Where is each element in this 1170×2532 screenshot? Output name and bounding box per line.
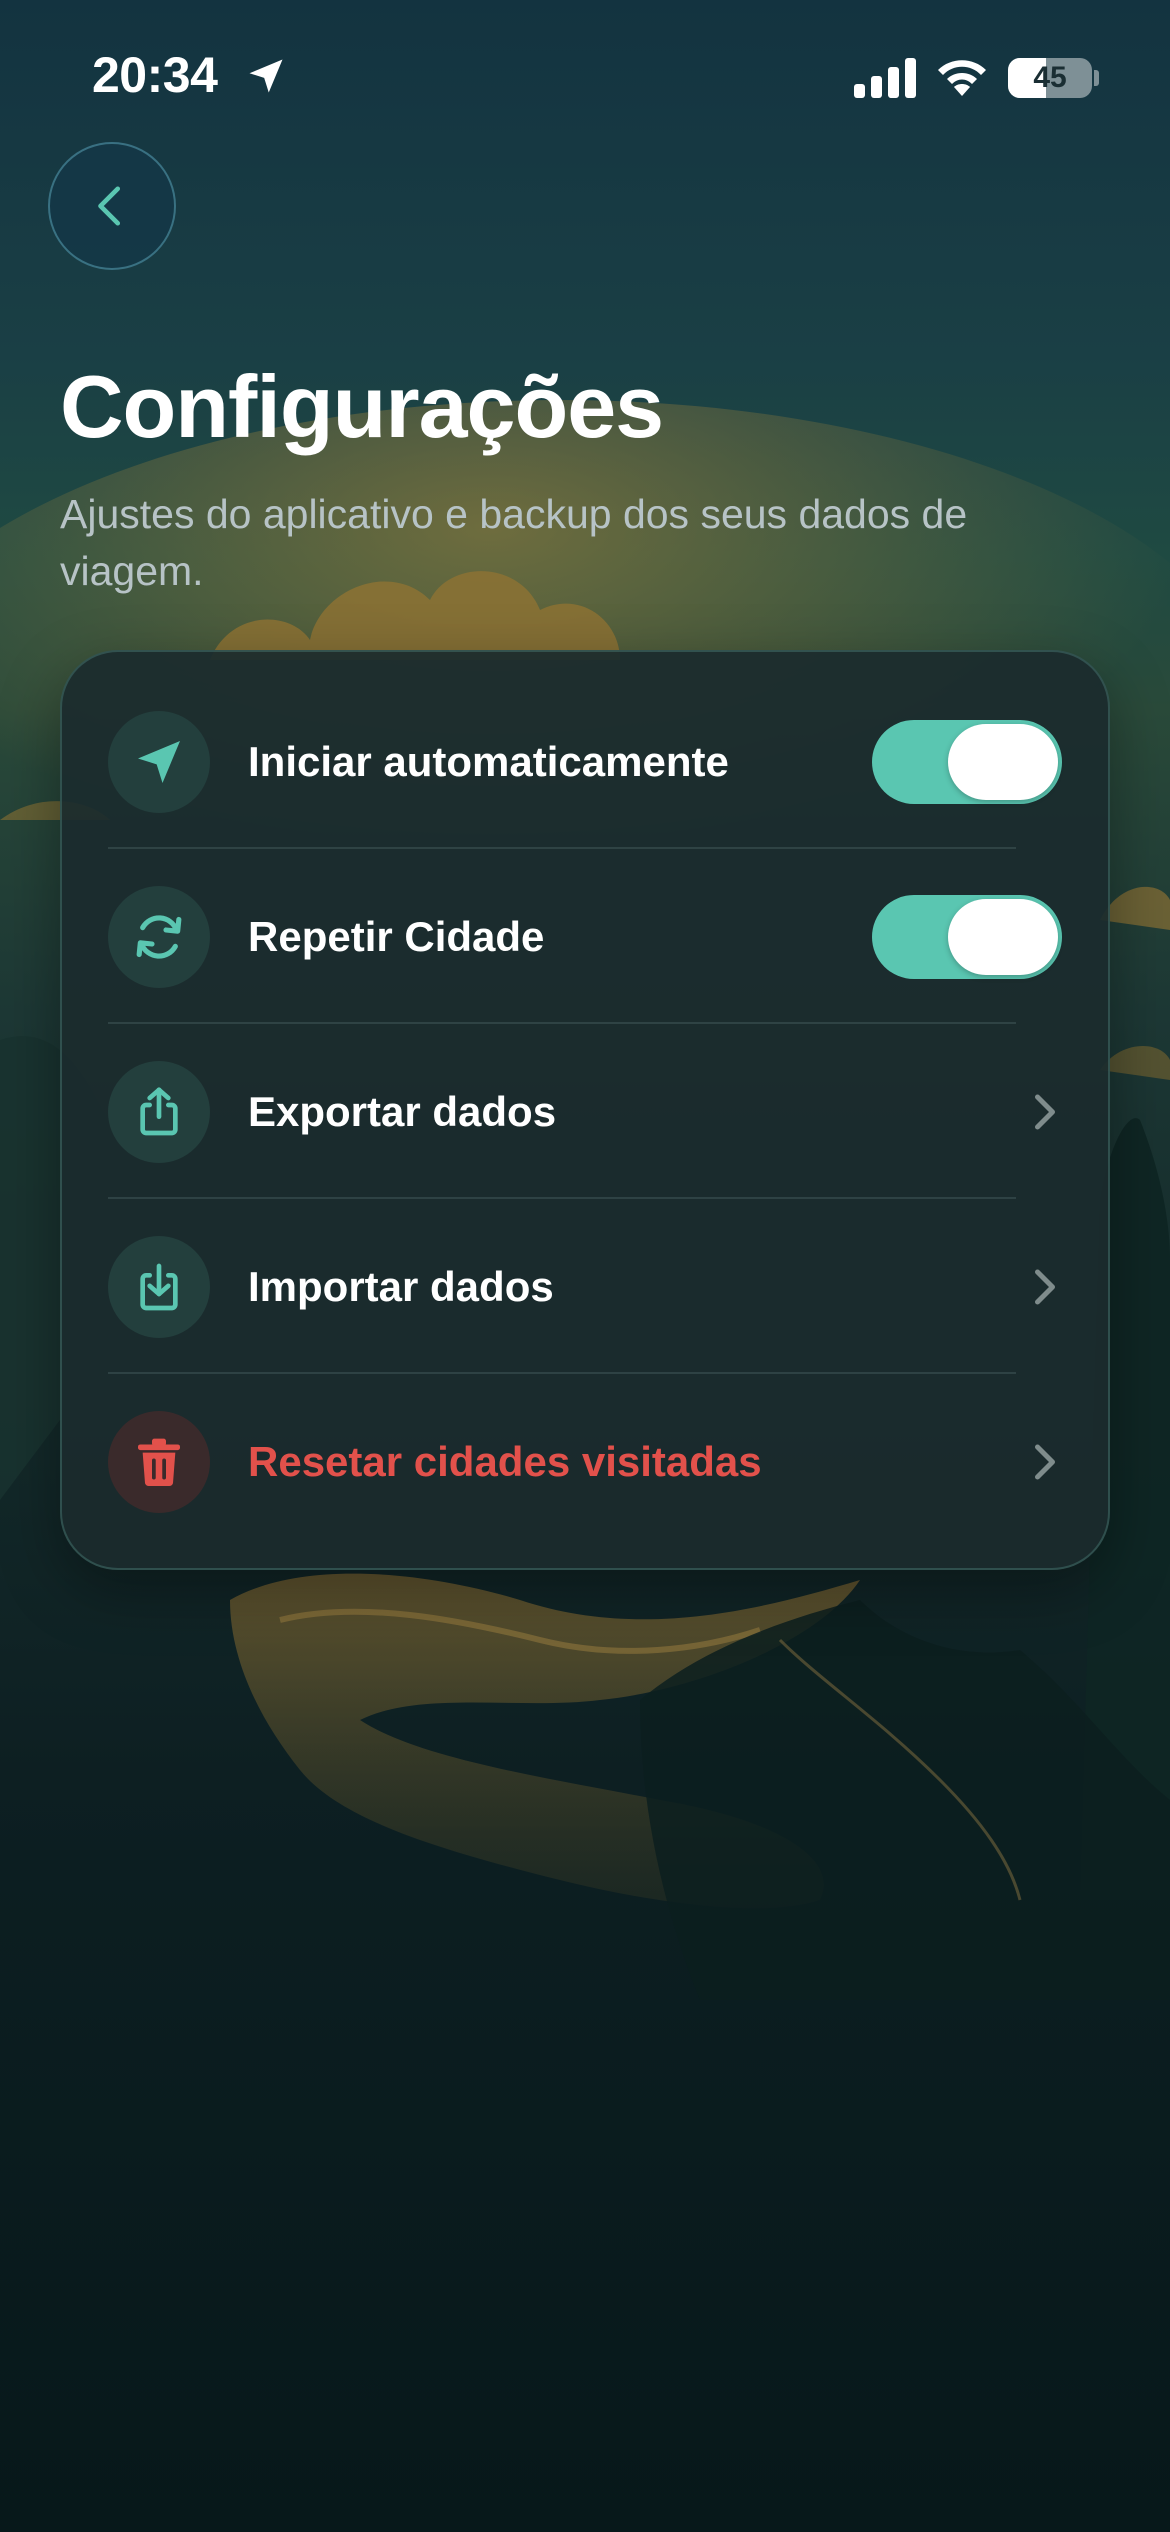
toggle-knob [948,898,1058,975]
battery-tip [1094,70,1099,86]
row-icon-container [108,1060,210,1163]
download-icon [140,1263,178,1310]
page-subtitle: Ajustes do aplicativo e backup dos seus … [60,491,968,594]
setting-label: Resetar cidades visitadas [248,1437,762,1485]
cellular-signal-icon [854,58,916,98]
row-icon-container [108,885,210,988]
chevron-right-icon [1035,1094,1055,1129]
row-icon-container [108,1235,210,1338]
back-button[interactable] [48,142,176,270]
status-time: 20:34 [92,47,218,103]
location-arrow-icon [249,59,283,93]
auto-start-toggle[interactable] [872,719,1062,804]
chevron-right-icon [1035,1269,1055,1304]
setting-label: Importar dados [248,1262,554,1310]
row-icon-container [108,1410,210,1513]
setting-label: Iniciar automaticamente [248,737,729,785]
repeat-city-toggle[interactable] [872,894,1062,979]
chevron-left-icon [98,186,121,226]
setting-row-auto-start[interactable]: Iniciar automaticamente [108,674,1062,849]
settings-card: Iniciar automaticamente Repetir Cidade E… [60,650,1110,1570]
setting-row-export-data[interactable]: Exportar dados [108,1024,1062,1199]
setting-label: Exportar dados [248,1087,557,1135]
battery-indicator: 45 [1008,58,1092,98]
status-bar: 20:34 45 [0,0,1170,150]
row-icon-container [108,710,210,813]
setting-row-repeat-city[interactable]: Repetir Cidade [108,849,1062,1024]
toggle-knob [948,723,1058,800]
wifi-icon [938,60,986,96]
trash-icon [138,1438,180,1486]
battery-level: 45 [1033,61,1067,94]
setting-row-reset-visited-cities[interactable]: Resetar cidades visitadas [108,1374,1062,1549]
settings-screen: 20:34 45 Configurações Ajustes do aplica… [0,0,1170,2532]
chevron-right-icon [1035,1444,1055,1479]
refresh-icon [136,914,182,959]
setting-label: Repetir Cidade [248,912,545,960]
setting-row-import-data[interactable]: Importar dados [108,1199,1062,1374]
page-title: Configurações [60,357,664,456]
share-upload-icon [140,1087,178,1135]
navigation-arrow-icon [138,740,180,783]
